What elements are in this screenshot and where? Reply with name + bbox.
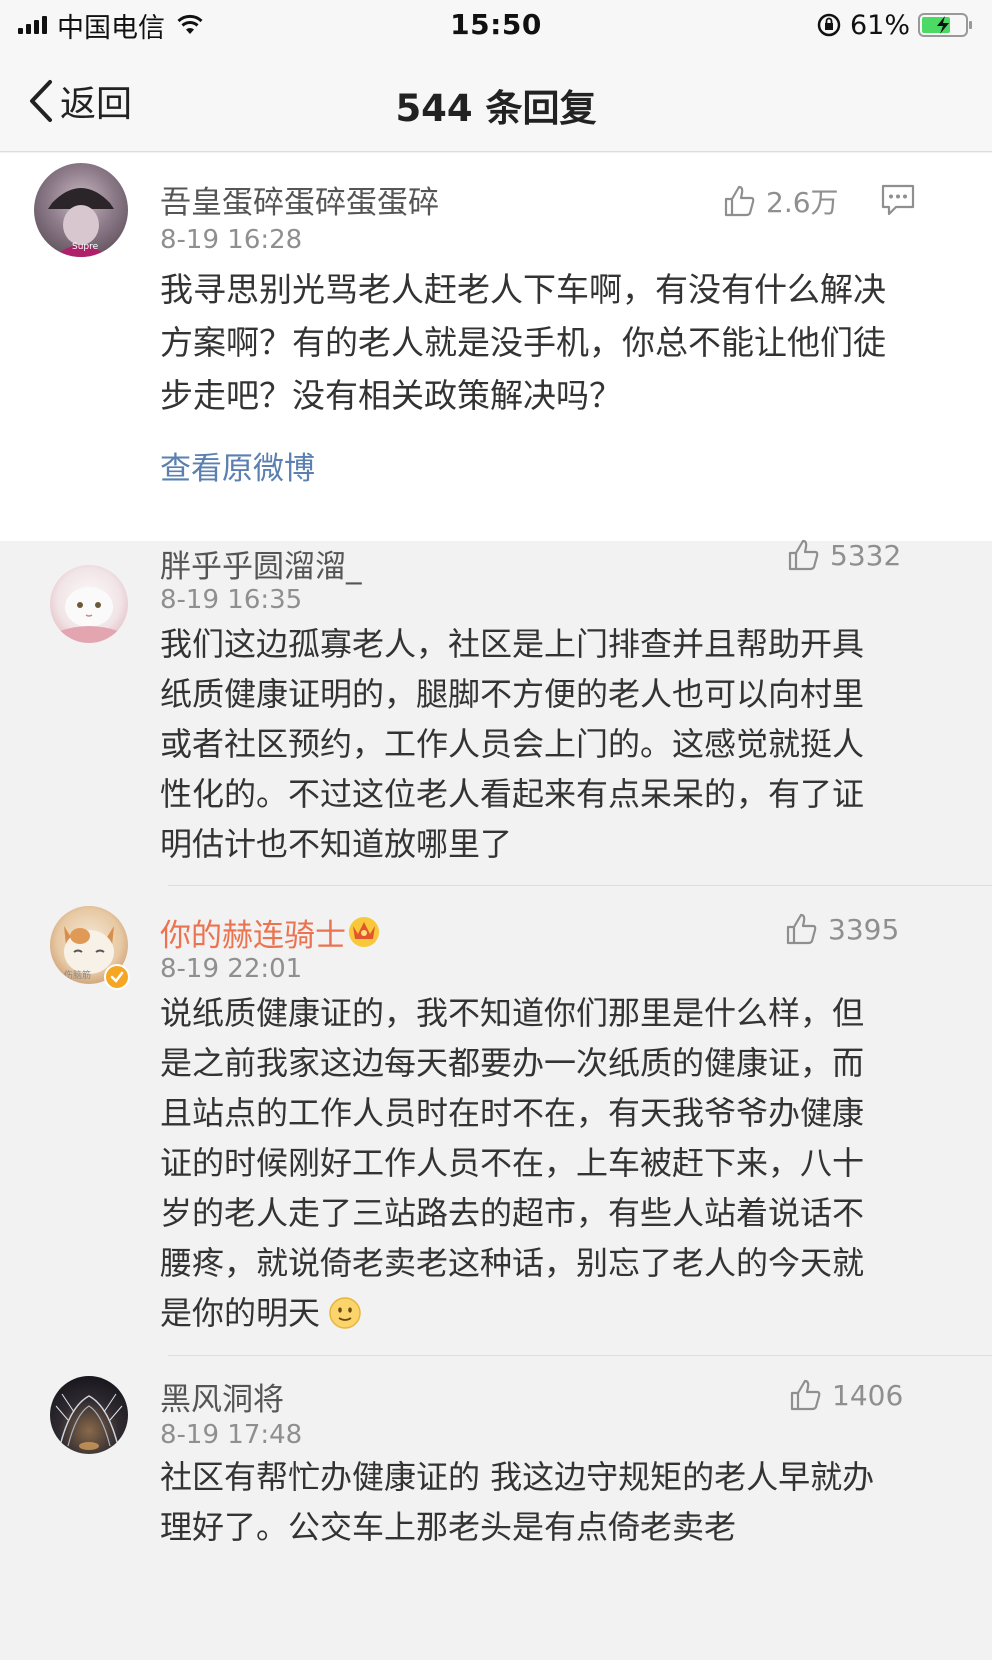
status-bar: 中国电信 15:50 61% bbox=[0, 0, 992, 50]
reply-item: 黑风洞将 8-19 17:48 1406 社区有帮忙办健康证的 我这边守规矩的老… bbox=[0, 1356, 992, 1660]
avatar[interactable]: Supre bbox=[34, 163, 128, 257]
like-count: 2.6万 bbox=[766, 186, 839, 219]
timestamp: 8-19 16:35 bbox=[160, 585, 303, 615]
rotation-lock-icon bbox=[817, 13, 841, 37]
reply-item: 胖乎乎圆溜溜_ 8-19 16:35 5332 我们这边孤寡老人，社区是上门排查… bbox=[0, 538, 992, 886]
svg-text:Supre: Supre bbox=[72, 242, 99, 252]
username[interactable]: 你的赫连骑士 bbox=[160, 910, 346, 955]
like-button[interactable]: 3395 bbox=[784, 912, 899, 946]
crown-icon bbox=[349, 917, 379, 947]
svg-text:伤脑筋: 伤脑筋 bbox=[64, 969, 91, 981]
like-count: 3395 bbox=[828, 912, 900, 946]
smile-emoji bbox=[329, 1297, 361, 1329]
reply-list: 胖乎乎圆溜溜_ 8-19 16:35 5332 我们这边孤寡老人，社区是上门排查… bbox=[0, 538, 992, 1660]
reply-text-body: 说纸质健康证的，我不知道你们那里是什么样，但是之前我家这边每天都要办一次纸质的健… bbox=[160, 994, 865, 1332]
timestamp: 8-19 22:01 bbox=[160, 954, 303, 984]
like-count: 5332 bbox=[830, 538, 902, 572]
battery-icon bbox=[918, 13, 972, 37]
battery-percent: 61% bbox=[849, 9, 910, 41]
thumbs-up-icon bbox=[786, 913, 817, 945]
reply-item: 伤脑筋 你的赫连骑士 8-19 22:01 3395 说纸质健康证的，我不知道你… bbox=[0, 886, 992, 1356]
like-button[interactable]: 2.6万 bbox=[722, 181, 839, 221]
reply-text: 说纸质健康证的，我不知道你们那里是什么样，但是之前我家这边每天都要办一次纸质的健… bbox=[160, 988, 880, 1338]
avatar[interactable] bbox=[50, 565, 128, 643]
main-comment: Supre 吾皇蛋碎蛋碎蛋蛋碎 8-19 16:28 2.6万 我寻思别光骂老人… bbox=[0, 153, 992, 541]
nav-bar: 返回 544 条回复 bbox=[0, 50, 992, 152]
status-right: 61% bbox=[816, 8, 974, 42]
like-button[interactable]: 1406 bbox=[788, 1378, 903, 1412]
username[interactable]: 胖乎乎圆溜溜_ bbox=[160, 541, 362, 586]
reply-text: 社区有帮忙办健康证的 我这边守规矩的老人早就办理好了。公交车上那老头是有点倚老卖… bbox=[160, 1458, 875, 1546]
reply-text: 我们这边孤寡老人，社区是上门排查并且帮助开具纸质健康证明的，腿脚不方便的老人也可… bbox=[160, 625, 865, 863]
comment-text: 我寻思别光骂老人赶老人下车啊，有没有什么解决方案啊？有的老人就是没手机，你总不能… bbox=[160, 270, 886, 415]
thumbs-up-icon bbox=[788, 539, 819, 571]
view-original-link[interactable]: 查看原微博 bbox=[160, 443, 315, 488]
username[interactable]: 吾皇蛋碎蛋碎蛋蛋碎 bbox=[160, 177, 439, 222]
like-button[interactable]: 5332 bbox=[786, 538, 901, 572]
verified-icon bbox=[104, 964, 130, 990]
page-title: 544 条回复 bbox=[395, 87, 597, 130]
comment-icon[interactable] bbox=[880, 183, 916, 217]
timestamp: 8-19 16:28 bbox=[160, 225, 303, 255]
thumbs-up-icon bbox=[724, 185, 755, 217]
timestamp: 8-19 17:48 bbox=[160, 1420, 303, 1450]
avatar[interactable] bbox=[50, 1376, 128, 1454]
username[interactable]: 黑风洞将 bbox=[160, 1374, 284, 1419]
thumbs-up-icon bbox=[790, 1379, 821, 1411]
like-count: 1406 bbox=[832, 1378, 904, 1412]
